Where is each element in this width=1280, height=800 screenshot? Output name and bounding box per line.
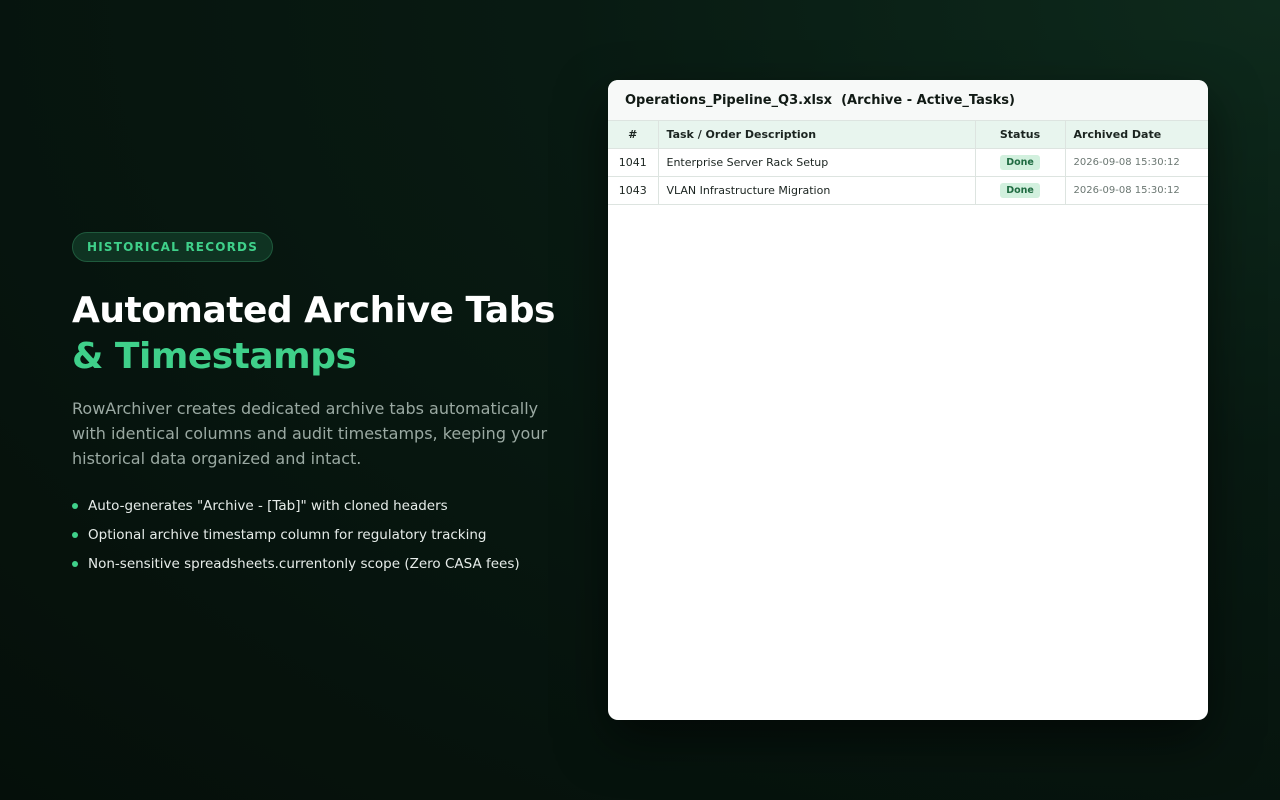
feature-text: Auto-generates "Archive - [Tab]" with cl… bbox=[88, 498, 448, 514]
hero-description: RowArchiver creates dedicated archive ta… bbox=[72, 399, 548, 468]
bullet-dot-icon bbox=[72, 561, 78, 567]
hero-section: HISTORICAL RECORDS Automated Archive Tab… bbox=[72, 232, 572, 584]
feature-item: Optional archive timestamp column for re… bbox=[72, 526, 572, 544]
column-header-task[interactable]: Task / Order Description bbox=[657, 120, 976, 149]
column-header-id[interactable]: # bbox=[608, 120, 659, 149]
headline-line-1: Automated Archive Tabs bbox=[72, 290, 555, 331]
headline-line-2: & Timestamps bbox=[72, 336, 357, 377]
headline: Automated Archive Tabs & Timestamps bbox=[72, 288, 572, 380]
archive-table: # Task / Order Description Status Archiv… bbox=[608, 120, 1208, 205]
status-badge: Done bbox=[1000, 183, 1040, 198]
feature-item: Non-sensitive spreadsheets.currentonly s… bbox=[72, 555, 572, 573]
feature-list: Auto-generates "Archive - [Tab]" with cl… bbox=[72, 497, 572, 573]
table-row: 1043 VLAN Infrastructure Migration Done … bbox=[608, 176, 1208, 205]
cell-id[interactable]: 1041 bbox=[608, 148, 659, 177]
cell-status[interactable]: Done bbox=[974, 176, 1066, 205]
column-header-archived-date[interactable]: Archived Date bbox=[1064, 120, 1208, 149]
cell-task[interactable]: Enterprise Server Rack Setup bbox=[657, 148, 976, 177]
feature-item: Auto-generates "Archive - [Tab]" with cl… bbox=[72, 497, 572, 515]
spreadsheet-preview: Operations_Pipeline_Q3.xlsx (Archive - A… bbox=[608, 80, 1208, 720]
table-row: 1041 Enterprise Server Rack Setup Done 2… bbox=[608, 148, 1208, 177]
bullet-dot-icon bbox=[72, 503, 78, 509]
cell-archived-date[interactable]: 2026-09-08 15:30:12 bbox=[1064, 148, 1208, 177]
cell-id[interactable]: 1043 bbox=[608, 176, 659, 205]
table-header-row: # Task / Order Description Status Archiv… bbox=[608, 120, 1208, 149]
feature-text: Optional archive timestamp column for re… bbox=[88, 527, 487, 543]
cell-task[interactable]: VLAN Infrastructure Migration bbox=[657, 176, 976, 205]
column-header-status[interactable]: Status bbox=[974, 120, 1066, 149]
status-badge: Done bbox=[1000, 155, 1040, 170]
section-badge: HISTORICAL RECORDS bbox=[72, 232, 274, 262]
bullet-dot-icon bbox=[72, 532, 78, 538]
cell-archived-date[interactable]: 2026-09-08 15:30:12 bbox=[1064, 176, 1208, 205]
feature-text: Non-sensitive spreadsheets.currentonly s… bbox=[88, 556, 520, 572]
sheet-title: Operations_Pipeline_Q3.xlsx (Archive - A… bbox=[608, 80, 1208, 120]
cell-status[interactable]: Done bbox=[974, 148, 1066, 177]
